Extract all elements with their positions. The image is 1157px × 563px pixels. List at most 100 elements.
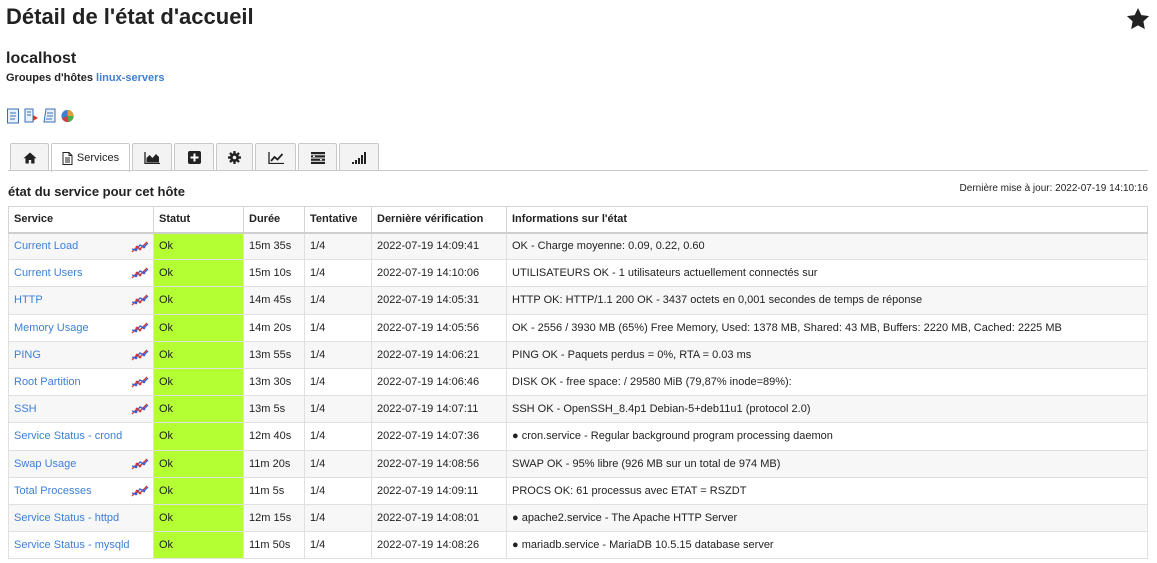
table-row: PING Ok 13m 55s 1/4 2022-07-19 14:06:21 PING …: [8, 340, 1148, 369]
duration-cell: 11m 5s: [243, 476, 305, 505]
service-link[interactable]: Memory Usage: [14, 322, 89, 334]
service-link[interactable]: PING: [14, 349, 41, 361]
service-link[interactable]: Current Users: [14, 267, 82, 279]
info-cell: DISK OK - free space: / 29580 MiB (79,87…: [506, 367, 1148, 397]
service-link[interactable]: Service Status - mysqld: [14, 539, 130, 551]
table-row: SSH Ok 13m 5s 1/4 2022-07-19 14:07:11 SSH OK …: [8, 395, 1148, 424]
service-cell: Current Users: [8, 259, 154, 288]
tabs-divider: [8, 170, 1148, 171]
graph-icon[interactable]: [131, 266, 149, 280]
list-icon: [310, 151, 325, 164]
status-cell: Ok: [153, 422, 244, 451]
status-cell: Ok: [153, 231, 244, 261]
graph-icon[interactable]: [131, 375, 149, 389]
attempt-cell: 1/4: [304, 531, 372, 560]
attempt-cell: 1/4: [304, 340, 372, 369]
graph-icon[interactable]: [131, 240, 149, 254]
host-groups: Groupes d'hôtes linux-servers: [6, 72, 165, 84]
info-cell: SSH OK - OpenSSH_8.4p1 Debian-5+deb11u1 …: [506, 395, 1148, 424]
service-link[interactable]: Service Status - httpd: [14, 512, 119, 524]
last-check-cell: 2022-07-19 14:08:01: [371, 503, 507, 533]
service-link[interactable]: HTTP: [14, 294, 43, 306]
service-cell: Swap Usage: [8, 449, 154, 478]
attempt-cell: 1/4: [304, 422, 372, 451]
graph-icon[interactable]: [131, 484, 149, 498]
tab-area-chart[interactable]: [132, 143, 172, 171]
plus-square-icon: [187, 151, 201, 164]
header-duration[interactable]: Durée: [243, 206, 305, 234]
info-cell: SWAP OK - 95% libre (926 MB sur un total…: [506, 449, 1148, 478]
attempt-cell: 1/4: [304, 286, 372, 315]
status-cell: Ok: [153, 340, 244, 369]
notes-icon[interactable]: [6, 108, 21, 124]
service-link[interactable]: Current Load: [14, 240, 78, 252]
page-title: Détail de l'état d'accueil: [6, 4, 254, 29]
host-name: localhost: [6, 50, 77, 67]
tab-settings[interactable]: [216, 143, 253, 171]
area-chart-icon: [144, 151, 160, 164]
graph-icon[interactable]: [131, 402, 149, 416]
service-link[interactable]: Swap Usage: [14, 458, 76, 470]
duration-cell: 15m 10s: [243, 259, 305, 288]
graph-icon[interactable]: [131, 457, 149, 471]
service-cell: HTTP: [8, 286, 154, 315]
info-cell: OK - 2556 / 3930 MB (65%) Free Memory, U…: [506, 313, 1148, 342]
status-cell: Ok: [153, 531, 244, 560]
duration-cell: 11m 20s: [243, 449, 305, 478]
status-cell: Ok: [153, 259, 244, 288]
host-group-link[interactable]: linux-servers: [96, 72, 164, 84]
report-icon[interactable]: [42, 108, 57, 124]
tab-add[interactable]: [174, 143, 214, 171]
header-info[interactable]: Informations sur l'état: [506, 206, 1148, 234]
status-cell: Ok: [153, 476, 244, 505]
info-cell: PROCS OK: 61 processus avec ETAT = RSZDT: [506, 476, 1148, 505]
header-service[interactable]: Service: [8, 206, 154, 234]
header-last-check[interactable]: Dernière vérification: [371, 206, 507, 234]
duration-cell: 12m 15s: [243, 503, 305, 533]
tab-list[interactable]: [298, 143, 337, 171]
section-title: état du service pour cet hôte: [8, 184, 185, 199]
status-cell: Ok: [153, 503, 244, 533]
service-cell: Current Load: [8, 231, 154, 261]
attempt-cell: 1/4: [304, 259, 372, 288]
attempt-cell: 1/4: [304, 231, 372, 261]
duration-cell: 13m 30s: [243, 367, 305, 397]
gear-icon: [228, 151, 241, 164]
command-icon[interactable]: [24, 108, 39, 124]
last-check-cell: 2022-07-19 14:07:36: [371, 422, 507, 451]
service-cell: Service Status - mysqld: [8, 531, 154, 560]
last-check-cell: 2022-07-19 14:09:11: [371, 476, 507, 505]
last-check-cell: 2022-07-19 14:05:56: [371, 313, 507, 342]
info-cell: UTILISATEURS OK - 1 utilisateurs actuell…: [506, 259, 1148, 288]
tab-services-label: Services: [76, 152, 120, 164]
graph-icon[interactable]: [131, 348, 149, 362]
service-cell: Root Partition: [8, 367, 154, 397]
header-attempt[interactable]: Tentative: [304, 206, 372, 234]
table-header-row: Service Statut Durée Tentative Dernière …: [8, 206, 1148, 234]
service-link[interactable]: Root Partition: [14, 376, 81, 388]
tab-line-chart[interactable]: [255, 143, 296, 171]
last-check-cell: 2022-07-19 14:07:11: [371, 395, 507, 424]
action-icons: [6, 108, 75, 126]
line-chart-icon: [267, 151, 284, 164]
attempt-cell: 1/4: [304, 449, 372, 478]
chart-pie-icon[interactable]: [60, 108, 75, 124]
last-check-cell: 2022-07-19 14:09:41: [371, 231, 507, 261]
service-link[interactable]: SSH: [14, 403, 37, 415]
graph-icon[interactable]: [131, 293, 149, 307]
last-update: Dernière mise à jour: 2022-07-19 14:10:1…: [959, 183, 1148, 194]
tab-signal[interactable]: [339, 143, 379, 171]
star-icon[interactable]: [1125, 6, 1151, 32]
tab-services[interactable]: Services: [51, 143, 130, 172]
attempt-cell: 1/4: [304, 503, 372, 533]
table-row: Current Load Ok 15m 35s 1/4 2022-07-19 14:09…: [8, 231, 1148, 261]
status-cell: Ok: [153, 367, 244, 397]
graph-icon[interactable]: [131, 321, 149, 335]
table-row: Service Status - httpd Ok 12m 15s 1/4 2022-0…: [8, 503, 1148, 533]
service-link[interactable]: Total Processes: [14, 485, 92, 497]
service-link[interactable]: Service Status - crond: [14, 430, 122, 442]
info-cell: PING OK - Paquets perdus = 0%, RTA = 0.0…: [506, 340, 1148, 369]
header-status[interactable]: Statut: [153, 206, 244, 234]
tab-home[interactable]: [10, 143, 49, 171]
table-row: Current Users Ok 15m 10s 1/4 2022-07-19 14:1…: [8, 259, 1148, 288]
